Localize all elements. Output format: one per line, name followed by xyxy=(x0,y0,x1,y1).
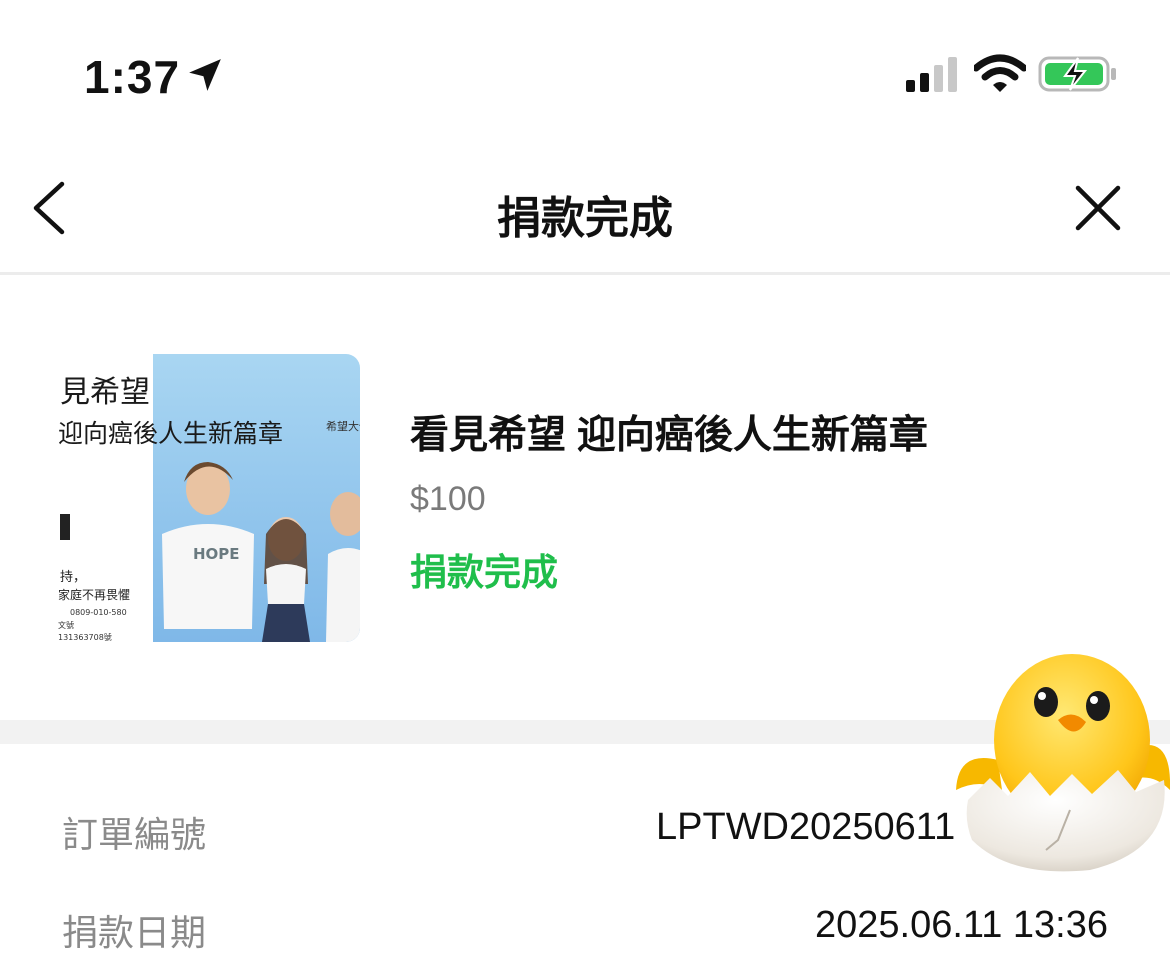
donation-date-row: 捐款日期 2025.06.11 13:36 xyxy=(0,884,1170,967)
poster-headline-1: 見希望 xyxy=(60,375,150,410)
status-bar: 1:37 xyxy=(0,0,1170,140)
poster-ambassador-label: 希望大使 xyxy=(326,419,360,433)
close-icon xyxy=(1075,185,1121,231)
donation-amount: $100 xyxy=(410,480,486,518)
battery-charging-icon xyxy=(1038,56,1116,92)
campaign-poster-image[interactable]: 見希望 迎向癌後人生新篇章 希望大使 持， 家庭不再畏懼 0809-010-58… xyxy=(58,354,360,642)
close-button[interactable] xyxy=(1068,178,1128,238)
poster-doc-label: 文號 xyxy=(58,620,74,630)
page-title: 捐款完成 xyxy=(497,194,673,243)
location-arrow-icon xyxy=(189,59,221,91)
donation-date-label: 捐款日期 xyxy=(62,912,207,953)
poster-doc-number: 131363708號 xyxy=(58,632,112,642)
status-time: 1:37 xyxy=(84,51,181,103)
order-number-value: LPTWD20250611 xyxy=(656,806,956,848)
cellular-signal-icon xyxy=(906,57,957,92)
poster-side-text-2: 家庭不再畏懼 xyxy=(58,587,130,602)
campaign-title[interactable]: 看見希望 迎向癌後人生新篇章 xyxy=(410,412,1150,460)
poster-phone: 0809-010-580 xyxy=(70,608,127,617)
nav-bar: 捐款完成 xyxy=(0,140,1170,275)
hatching-chick-sticker[interactable] xyxy=(950,650,1170,875)
order-number-label: 訂單編號 xyxy=(62,814,207,855)
donation-date-value: 2025.06.11 13:36 xyxy=(814,904,1108,946)
poster-side-text-1: 持， xyxy=(60,570,86,585)
campaign-info: 看見希望 迎向癌後人生新篇章 $100 捐款完成 xyxy=(410,412,1150,596)
poster-artwork: 見希望 迎向癌後人生新篇章 希望大使 持， 家庭不再畏懼 0809-010-58… xyxy=(58,354,360,642)
poster-headline-2: 迎向癌後人生新篇章 xyxy=(58,419,283,448)
poster-shirt-logo: HOPE xyxy=(193,545,240,563)
donation-status: 捐款完成 xyxy=(410,552,558,593)
wifi-icon xyxy=(974,54,1026,92)
